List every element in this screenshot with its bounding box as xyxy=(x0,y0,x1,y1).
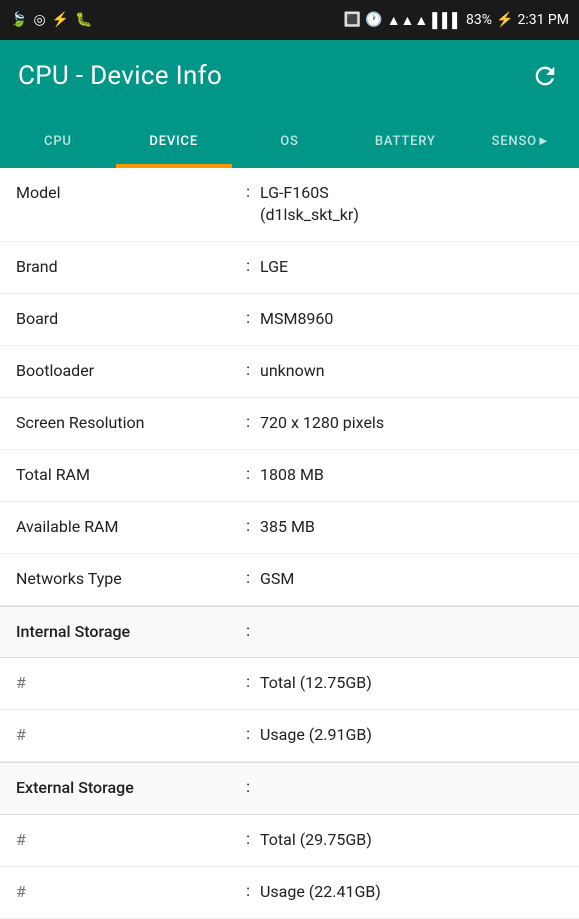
tab-bar: CPU DEVICE OS BATTERY SENSO► xyxy=(0,112,579,168)
row-external-usage: # : Usage (22.41GB) xyxy=(0,867,579,919)
row-internal-storage: Internal Storage : xyxy=(0,606,579,658)
sep-internal-usage: : xyxy=(236,724,260,743)
row-brand: Brand : LGE xyxy=(0,242,579,294)
row-internal-usage: # : Usage (2.91GB) xyxy=(0,710,579,762)
usb-icon: ⚡ xyxy=(52,12,69,28)
app-title: CPU - Device Info xyxy=(18,61,222,91)
refresh-button[interactable] xyxy=(529,60,561,92)
value-brand: LGE xyxy=(260,256,563,278)
value-model: LG-F160S(d1lsk_skt_kr) xyxy=(260,182,563,227)
row-available-ram: Available RAM : 385 MB xyxy=(0,502,579,554)
wifi-icon: ▲▲▲ xyxy=(387,12,429,29)
tab-os-label: OS xyxy=(280,134,298,149)
label-total-ram: Total RAM xyxy=(16,464,236,486)
label-model: Model xyxy=(16,182,236,204)
label-external-storage: External Storage xyxy=(16,777,236,799)
label-internal-total: # xyxy=(16,672,236,694)
sep-external-total: : xyxy=(236,829,260,848)
tab-sensor[interactable]: SENSO► xyxy=(463,120,579,168)
sep-board: : xyxy=(236,308,260,327)
label-brand: Brand xyxy=(16,256,236,278)
tab-device[interactable]: DEVICE xyxy=(116,120,232,168)
bug-icon: 🐛 xyxy=(75,12,92,28)
tab-sensor-label: SENSO► xyxy=(492,133,551,149)
status-right: 🔳 🕐 ▲▲▲ ▌▌▌ 83% ⚡ 2:31 PM xyxy=(344,12,569,29)
tab-os[interactable]: OS xyxy=(232,120,348,168)
sep-networks-type: : xyxy=(236,568,260,587)
value-total-ram: 1808 MB xyxy=(260,464,563,486)
status-icons: 🍃 ◎ ⚡ 🐛 xyxy=(10,12,93,28)
device-info-content: Model : LG-F160S(d1lsk_skt_kr) Brand : L… xyxy=(0,168,579,919)
value-external-total: Total (29.75GB) xyxy=(260,829,563,851)
leaf-icon: 🍃 xyxy=(10,12,27,28)
sep-brand: : xyxy=(236,256,260,275)
value-board: MSM8960 xyxy=(260,308,563,330)
sep-external-usage: : xyxy=(236,881,260,900)
label-external-total: # xyxy=(16,829,236,851)
label-internal-usage: # xyxy=(16,724,236,746)
app-header: CPU - Device Info xyxy=(0,40,579,112)
row-total-ram: Total RAM : 1808 MB xyxy=(0,450,579,502)
label-internal-storage: Internal Storage xyxy=(16,621,236,643)
tab-cpu[interactable]: CPU xyxy=(0,120,116,168)
time: 2:31 PM xyxy=(517,12,569,28)
sep-model: : xyxy=(236,182,260,201)
row-model: Model : LG-F160S(d1lsk_skt_kr) xyxy=(0,168,579,242)
tab-active-indicator xyxy=(116,164,232,168)
value-available-ram: 385 MB xyxy=(260,516,563,538)
tab-battery-label: BATTERY xyxy=(375,134,436,149)
row-screen-resolution: Screen Resolution : 720 x 1280 pixels xyxy=(0,398,579,450)
sep-external-storage: : xyxy=(236,777,260,796)
tab-cpu-label: CPU xyxy=(44,134,72,149)
status-bar: 🍃 ◎ ⚡ 🐛 🔳 🕐 ▲▲▲ ▌▌▌ 83% ⚡ 2:31 PM xyxy=(0,0,579,40)
battery-charging-icon: ⚡ xyxy=(496,12,513,28)
value-internal-usage: Usage (2.91GB) xyxy=(260,724,563,746)
value-internal-total: Total (12.75GB) xyxy=(260,672,563,694)
label-bootloader: Bootloader xyxy=(16,360,236,382)
signal-icon: ▌▌▌ xyxy=(432,12,462,29)
battery-icon: 🔳 xyxy=(344,12,361,28)
row-external-storage: External Storage : xyxy=(0,762,579,814)
row-board: Board : MSM8960 xyxy=(0,294,579,346)
label-board: Board xyxy=(16,308,236,330)
sep-available-ram: : xyxy=(236,516,260,535)
row-bootloader: Bootloader : unknown xyxy=(0,346,579,398)
battery-percent: 83% xyxy=(466,12,492,28)
value-screen-resolution: 720 x 1280 pixels xyxy=(260,412,563,434)
target-icon: ◎ xyxy=(33,12,45,28)
clock-icon: 🕐 xyxy=(365,12,382,28)
sep-internal-storage: : xyxy=(236,621,260,640)
row-networks-type: Networks Type : GSM xyxy=(0,554,579,606)
tab-device-label: DEVICE xyxy=(149,134,198,149)
label-networks-type: Networks Type xyxy=(16,568,236,590)
label-screen-resolution: Screen Resolution xyxy=(16,412,236,434)
tab-battery[interactable]: BATTERY xyxy=(347,120,463,168)
row-external-total: # : Total (29.75GB) xyxy=(0,815,579,867)
row-internal-total: # : Total (12.75GB) xyxy=(0,658,579,710)
label-available-ram: Available RAM xyxy=(16,516,236,538)
value-networks-type: GSM xyxy=(260,568,563,590)
sep-bootloader: : xyxy=(236,360,260,379)
sep-screen-resolution: : xyxy=(236,412,260,431)
sep-total-ram: : xyxy=(236,464,260,483)
value-bootloader: unknown xyxy=(260,360,563,382)
sep-internal-total: : xyxy=(236,672,260,691)
